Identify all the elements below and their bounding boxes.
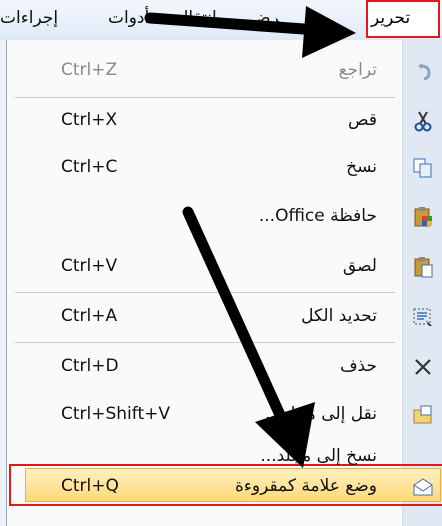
- item-label: نقل إلى مجلد...: [265, 404, 377, 424]
- item-label: وضع علامة كمقروءة: [234, 476, 377, 496]
- item-label: تحديد الكل: [301, 306, 377, 326]
- shortcut-text: Ctrl+C: [61, 157, 118, 177]
- menu-edit-highlight: تحرير: [366, 0, 440, 38]
- menu-item-undo[interactable]: Ctrl+Z تراجع: [7, 50, 442, 92]
- separator: [15, 292, 395, 293]
- menu-item-cut[interactable]: Ctrl+X قص: [7, 100, 442, 142]
- menu-go[interactable]: انتقال: [176, 8, 217, 28]
- menu-item-move-to-folder[interactable]: Ctrl+Shift+V نقل إلى مجلد...: [7, 394, 442, 436]
- menu-item-mark-as-read[interactable]: Ctrl+Q وضع علامة كمقروءة: [7, 466, 442, 508]
- item-label: قص: [348, 110, 377, 130]
- item-label: حافظة Office...: [258, 206, 377, 226]
- menu-item-office-clipboard[interactable]: حافظة Office...: [7, 196, 442, 238]
- menu-edit[interactable]: تحرير: [371, 8, 410, 28]
- shortcut-text: Ctrl+D: [61, 356, 119, 376]
- shortcut-text: Ctrl+A: [61, 306, 118, 326]
- separator: [15, 342, 395, 343]
- separator: [15, 97, 395, 98]
- move-to-folder-icon: [411, 403, 435, 427]
- menu-item-select-all[interactable]: Ctrl+A تحديد الكل: [7, 296, 442, 338]
- item-label: حذف: [339, 356, 377, 376]
- shortcut-text: Ctrl+X: [61, 110, 118, 130]
- edit-dropdown-menu: Ctrl+Z تراجع Ctrl+X قص Ctrl+C نسخ حافظة …: [6, 40, 442, 526]
- item-label: لصق: [342, 256, 377, 276]
- menu-item-delete[interactable]: Ctrl+D حذف: [7, 346, 442, 388]
- shortcut-text: Ctrl+Z: [61, 60, 118, 80]
- menu-view[interactable]: عرض: [250, 8, 280, 28]
- shortcut-text: Ctrl+V: [61, 256, 118, 276]
- shortcut-text: Ctrl+Q: [61, 476, 119, 496]
- cut-icon: [411, 109, 435, 133]
- item-label: نسخ إلى مجلد...: [260, 446, 377, 466]
- mark-as-read-icon: [411, 475, 435, 499]
- copy-icon: [411, 156, 435, 180]
- item-label: نسخ: [346, 157, 377, 177]
- delete-icon: [411, 355, 435, 379]
- paste-icon: [411, 255, 435, 279]
- office-clipboard-icon: [411, 205, 435, 229]
- menu-tools[interactable]: أدوات: [108, 8, 149, 28]
- menu-item-copy[interactable]: Ctrl+C نسخ: [7, 147, 442, 189]
- shortcut-text: Ctrl+Shift+V: [61, 404, 171, 424]
- menu-actions[interactable]: إجراءات: [0, 8, 58, 28]
- undo-icon: [411, 59, 435, 83]
- item-label: تراجع: [338, 60, 377, 80]
- menu-bar: إجراءات أدوات انتقال عرض تحرير: [0, 0, 442, 41]
- select-all-icon: [411, 305, 435, 329]
- menu-item-paste[interactable]: Ctrl+V لصق: [7, 246, 442, 288]
